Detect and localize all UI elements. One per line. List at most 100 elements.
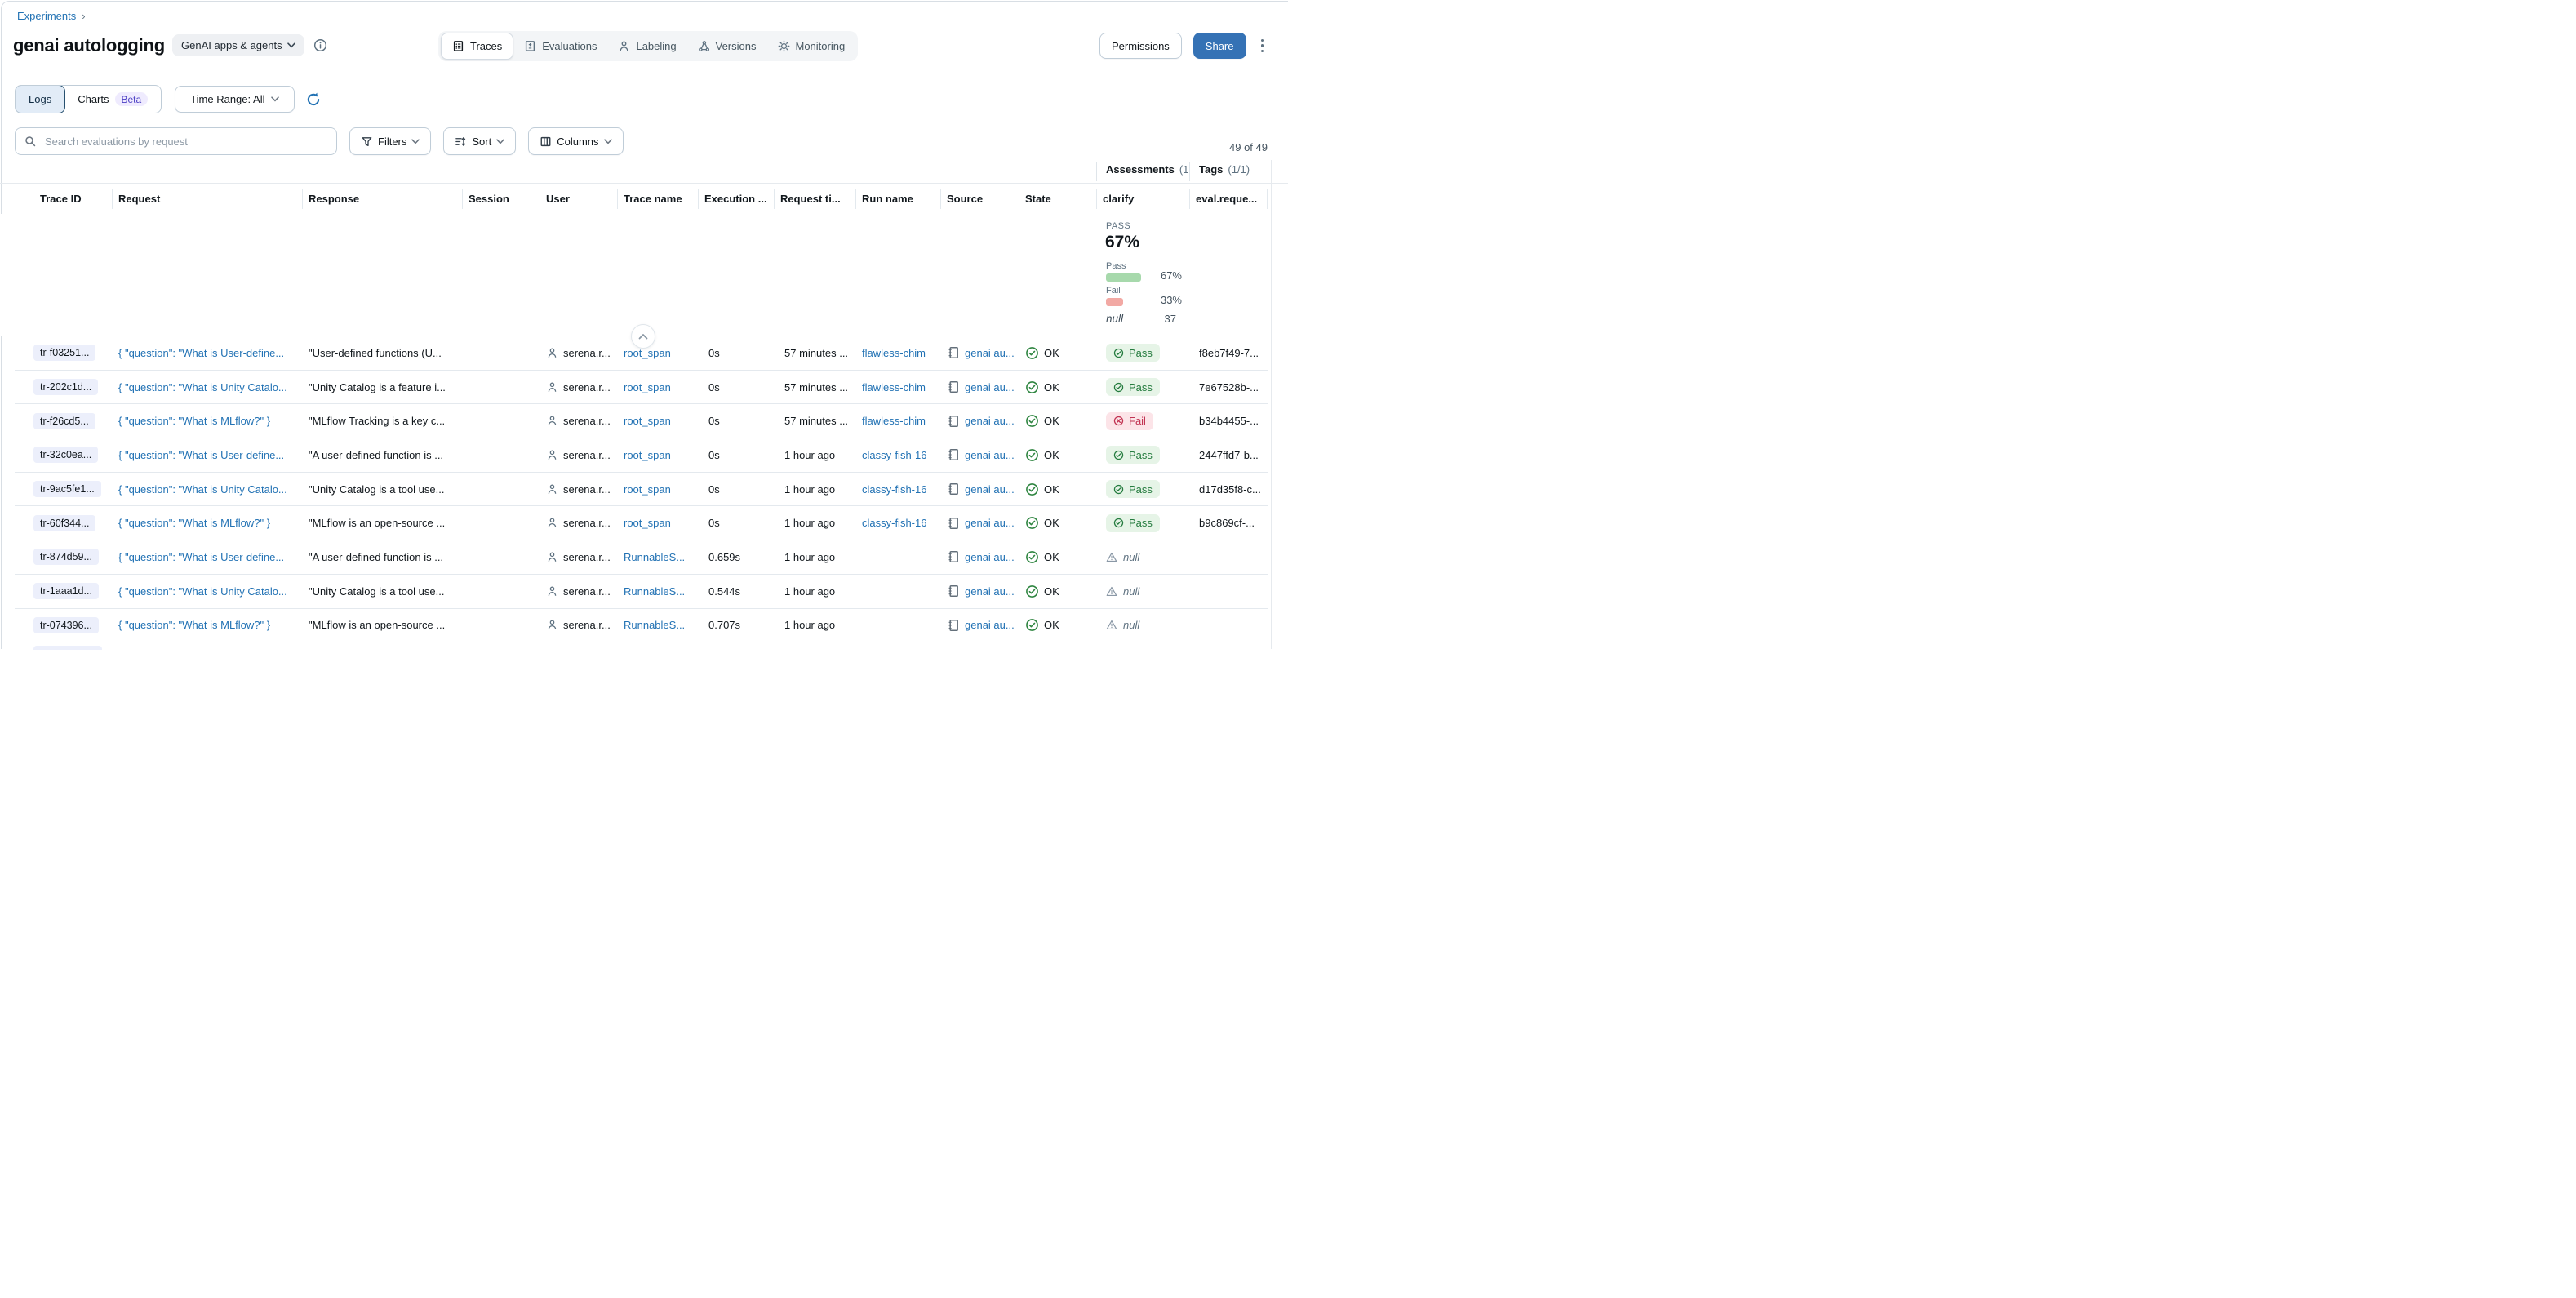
col-header-state[interactable]: State xyxy=(1019,184,1096,214)
col-header-request[interactable]: Request xyxy=(112,184,302,214)
clarify-pass-badge[interactable]: Pass xyxy=(1106,480,1160,498)
trace-name-link[interactable]: root_span xyxy=(624,347,671,359)
trace-name-link[interactable]: root_span xyxy=(624,483,671,496)
source-link[interactable]: genai au... xyxy=(965,585,1015,598)
pass-bar xyxy=(1106,273,1141,282)
source-link[interactable]: genai au... xyxy=(965,619,1015,631)
trace-name-link[interactable]: RunnableS... xyxy=(624,551,685,563)
user-cell: serena.r... xyxy=(563,483,611,496)
trace-id-pill[interactable]: tr-60f344... xyxy=(33,515,95,531)
col-header-trace-name[interactable]: Trace name xyxy=(617,184,698,214)
clarify-fail-badge[interactable]: Fail xyxy=(1106,412,1153,430)
sort-button[interactable]: Sort xyxy=(443,127,516,155)
col-header-user[interactable]: User xyxy=(540,184,617,214)
request-cell[interactable]: { "question": "What is Unity Catalo... xyxy=(112,585,302,598)
columns-label: Columns xyxy=(557,136,598,148)
run-name-link[interactable]: classy-fish-16 xyxy=(862,517,926,529)
run-name-link[interactable]: flawless-chim xyxy=(862,347,926,359)
user-icon xyxy=(546,517,558,529)
summary-null-label: null xyxy=(1106,313,1123,325)
source-link[interactable]: genai au... xyxy=(965,415,1015,427)
request-cell[interactable]: { "question": "What is Unity Catalo... xyxy=(112,483,302,496)
ok-check-circle-icon xyxy=(1025,550,1039,564)
col-header-eval-request-id[interactable]: eval.reque... xyxy=(1189,184,1268,214)
col-header-response[interactable]: Response xyxy=(302,184,462,214)
columns-button[interactable]: Columns xyxy=(528,127,623,155)
trace-id-pill[interactable]: tr-f26cd5... xyxy=(33,413,95,429)
run-name-link[interactable]: classy-fish-16 xyxy=(862,449,926,461)
overflow-menu-icon[interactable] xyxy=(1258,36,1268,56)
trace-id-pill[interactable]: tr-074396... xyxy=(33,617,99,633)
search-input[interactable] xyxy=(43,135,328,149)
info-icon[interactable] xyxy=(313,38,327,52)
request-cell[interactable]: { "question": "What is User-define... xyxy=(112,551,302,563)
time-range-dropdown[interactable]: Time Range: All xyxy=(175,86,295,113)
run-name-link[interactable]: flawless-chim xyxy=(862,415,926,427)
trace-id-pill[interactable]: tr-874d59... xyxy=(33,549,99,565)
source-link[interactable]: genai au... xyxy=(965,381,1015,393)
breadcrumb-experiments-link[interactable]: Experiments xyxy=(17,10,76,22)
tab-traces-label: Traces xyxy=(470,40,502,52)
col-header-run-name[interactable]: Run name xyxy=(855,184,940,214)
trace-id-pill[interactable]: tr-9ac5fe1... xyxy=(33,481,101,497)
clarify-pass-badge[interactable]: Pass xyxy=(1106,344,1160,362)
source-link[interactable]: genai au... xyxy=(965,551,1015,563)
col-header-source[interactable]: Source xyxy=(940,184,1019,214)
experiment-type-dropdown[interactable]: GenAI apps & agents xyxy=(172,34,304,56)
clarify-pass-badge[interactable]: Pass xyxy=(1106,378,1160,396)
tab-labeling[interactable]: Labeling xyxy=(607,33,686,59)
state-cell: OK xyxy=(1044,347,1059,359)
user-icon xyxy=(546,483,558,496)
trace-name-link[interactable]: root_span xyxy=(624,415,671,427)
refresh-icon[interactable] xyxy=(305,91,322,108)
col-header-execution[interactable]: Execution ... xyxy=(698,184,774,214)
summary-pass-value: 67% xyxy=(1105,233,1139,252)
logs-tab[interactable]: Logs xyxy=(15,85,65,113)
tab-versions[interactable]: Versions xyxy=(687,33,767,59)
charts-tab[interactable]: Charts Beta xyxy=(64,86,161,113)
col-header-session[interactable]: Session xyxy=(462,184,540,214)
request-cell[interactable]: { "question": "What is User-define... xyxy=(112,449,302,461)
request-cell[interactable]: { "question": "What is MLflow?" } xyxy=(112,619,302,631)
source-link[interactable]: genai au... xyxy=(965,483,1015,496)
trace-name-link[interactable]: RunnableS... xyxy=(624,619,685,631)
clarify-pass-badge[interactable]: Pass xyxy=(1106,446,1160,464)
share-button[interactable]: Share xyxy=(1193,33,1246,59)
user-cell: serena.r... xyxy=(563,585,611,598)
trace-name-link[interactable]: RunnableS... xyxy=(624,585,685,598)
run-name-link[interactable]: classy-fish-16 xyxy=(862,483,926,496)
trace-id-pill[interactable]: tr-1aaa1d... xyxy=(33,583,99,599)
execution-time-cell: 0s xyxy=(698,517,774,529)
request-cell[interactable]: { "question": "What is User-define... xyxy=(112,347,302,359)
trace-name-link[interactable]: root_span xyxy=(624,449,671,461)
trace-id-pill[interactable]: tr-f03251... xyxy=(33,345,95,361)
trace-id-pill[interactable]: tr-202c1d... xyxy=(33,379,98,395)
execution-time-cell: 0s xyxy=(698,483,774,496)
col-header-trace-id[interactable]: Trace ID xyxy=(15,184,112,214)
collapse-summary-button[interactable] xyxy=(631,324,655,349)
traces-icon xyxy=(452,40,464,52)
trace-name-link[interactable]: root_span xyxy=(624,517,671,529)
source-link[interactable]: genai au... xyxy=(965,347,1015,359)
col-header-request-time[interactable]: Request ti... xyxy=(774,184,855,214)
trace-id-pill[interactable]: tr-32c0ea... xyxy=(33,447,98,463)
request-cell[interactable]: { "question": "What is MLflow?" } xyxy=(112,517,302,529)
run-name-link[interactable]: flawless-chim xyxy=(862,381,926,393)
group-divider xyxy=(1096,162,1097,181)
response-cell: "Unity Catalog is a feature i... xyxy=(302,381,462,393)
request-cell[interactable]: { "question": "What is Unity Catalo... xyxy=(112,381,302,393)
request-cell[interactable]: { "question": "What is MLflow?" } xyxy=(112,415,302,427)
clarify-pass-badge[interactable]: Pass xyxy=(1106,514,1160,532)
permissions-button[interactable]: Permissions xyxy=(1099,33,1182,59)
col-header-clarify[interactable]: clarify xyxy=(1096,184,1189,214)
source-link[interactable]: genai au... xyxy=(965,449,1015,461)
tab-traces[interactable]: Traces xyxy=(441,33,513,60)
source-link[interactable]: genai au... xyxy=(965,517,1015,529)
trace-name-link[interactable]: root_span xyxy=(624,381,671,393)
tab-evaluations[interactable]: Evaluations xyxy=(513,33,607,59)
state-cell: OK xyxy=(1044,415,1059,427)
tab-monitoring[interactable]: Monitoring xyxy=(767,33,856,59)
top-actions: Permissions Share xyxy=(1099,33,1267,59)
tab-monitoring-label: Monitoring xyxy=(796,40,846,52)
filters-button[interactable]: Filters xyxy=(349,127,431,155)
